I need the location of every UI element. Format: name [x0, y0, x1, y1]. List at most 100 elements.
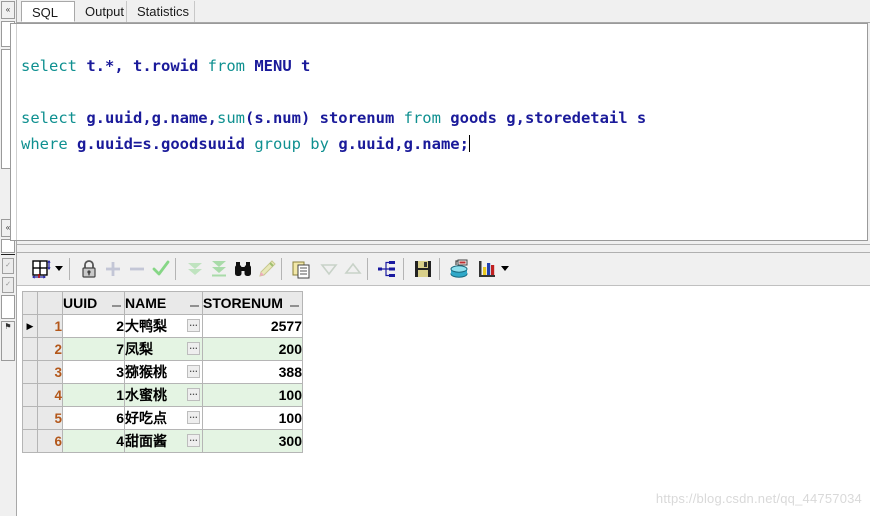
code-token: MENU t: [254, 57, 311, 75]
code-token: from: [403, 109, 451, 127]
row-number: 3: [37, 360, 63, 384]
cell-name[interactable]: 好吃点 …: [124, 406, 203, 430]
delete-record-icon: [125, 257, 149, 281]
code-token: group by: [254, 135, 339, 153]
query-plan-icon[interactable]: [375, 257, 399, 281]
copy-to-clipboard-icon[interactable]: [289, 257, 313, 281]
toolbar-separator: [403, 258, 404, 280]
toolbar-separator: [439, 258, 440, 280]
cell-name-text: 凤梨: [125, 341, 153, 357]
cell-storenum[interactable]: 388: [202, 360, 303, 384]
current-row-indicator-icon: [22, 383, 38, 407]
cell-uuid[interactable]: 6: [62, 406, 125, 430]
column-header-name[interactable]: NAME: [124, 291, 203, 315]
cell-storenum[interactable]: 300: [202, 429, 303, 453]
cell-name-text: 好吃点: [125, 410, 167, 426]
save-icon[interactable]: [411, 257, 435, 281]
cell-storenum[interactable]: 200: [202, 337, 303, 361]
code-token: t.*, t.rowid: [86, 57, 208, 75]
cell-editor-button[interactable]: …: [187, 365, 200, 378]
code-token: g.uuid,g.name;: [338, 135, 469, 153]
tab-bar: SQL Output Statistics: [17, 0, 870, 23]
highlight-icon: [255, 257, 279, 281]
current-row-indicator-icon: ▶: [22, 314, 38, 338]
table-row[interactable]: ▶ 1 2 大鸭梨 … 2577: [22, 314, 303, 338]
code-line-3: select g.uuid,g.name,sum(s.num) storenum…: [21, 109, 646, 127]
code-token: where: [21, 135, 77, 153]
post-changes-icon[interactable]: [149, 257, 173, 281]
cell-name[interactable]: 凤梨 …: [124, 337, 203, 361]
dock-collapse-top-button[interactable]: «: [1, 1, 15, 19]
cell-name[interactable]: 大鸭梨 …: [124, 314, 203, 338]
toolbar-separator: [367, 258, 368, 280]
row-number-header: [37, 291, 63, 315]
column-header-label: STORENUM: [203, 295, 283, 311]
dock-white-field-mid[interactable]: [1, 239, 15, 253]
lock-icon[interactable]: [77, 257, 101, 281]
sql-editor[interactable]: select t.*, t.rowid from MENU t select g…: [10, 23, 868, 241]
toolbar-separator: [69, 258, 70, 280]
cell-editor-button[interactable]: …: [187, 319, 200, 332]
dock-divider: [1, 254, 15, 255]
column-resize-grip-icon[interactable]: [112, 305, 121, 307]
chart-dropdown-caret[interactable]: [501, 266, 509, 271]
tab-statistics[interactable]: Statistics: [127, 1, 195, 22]
fetch-next-page-icon: [183, 257, 207, 281]
grid-layout-dropdown-caret[interactable]: [55, 266, 63, 271]
column-header-storenum[interactable]: STORENUM: [202, 291, 303, 315]
cell-uuid[interactable]: 4: [62, 429, 125, 453]
dock-white-field-bottom[interactable]: [1, 295, 15, 319]
row-number: 1: [37, 314, 63, 338]
cell-editor-button[interactable]: …: [187, 411, 200, 424]
cell-storenum[interactable]: 100: [202, 383, 303, 407]
cell-name-text: 水蜜桃: [125, 387, 167, 403]
dock-tool-a-button[interactable]: ✓: [2, 258, 14, 274]
cell-uuid[interactable]: 3: [62, 360, 125, 384]
tab-sql[interactable]: SQL: [21, 1, 75, 22]
cell-name[interactable]: 甜面酱 …: [124, 429, 203, 453]
tab-output[interactable]: Output: [75, 1, 127, 22]
table-row[interactable]: 5 6 好吃点 … 100: [22, 406, 303, 430]
toolbar-separator: [281, 258, 282, 280]
dock-flag-icon[interactable]: ⚑: [1, 321, 15, 361]
cell-editor-button[interactable]: …: [187, 388, 200, 401]
table-row[interactable]: 2 7 凤梨 … 200: [22, 337, 303, 361]
cell-storenum[interactable]: 2577: [202, 314, 303, 338]
table-row[interactable]: 3 3 猕猴桃 … 388: [22, 360, 303, 384]
cell-name-text: 大鸭梨: [125, 318, 167, 334]
table-row[interactable]: 4 1 水蜜桃 … 100: [22, 383, 303, 407]
code-token: sum: [216, 109, 245, 127]
add-record-icon: [101, 257, 125, 281]
sql-code-text[interactable]: select t.*, t.rowid from MENU t select g…: [21, 27, 865, 183]
cell-name[interactable]: 水蜜桃 …: [124, 383, 203, 407]
column-resize-grip-icon[interactable]: [290, 305, 299, 307]
export-data-icon[interactable]: [447, 257, 471, 281]
grid-layout-icon[interactable]: [29, 257, 53, 281]
cell-name[interactable]: 猕猴桃 …: [124, 360, 203, 384]
column-header-label: NAME: [125, 295, 167, 311]
cell-uuid[interactable]: 7: [62, 337, 125, 361]
editor-gutter: [11, 24, 17, 240]
chart-icon[interactable]: [475, 257, 499, 281]
column-header-uuid[interactable]: UUID: [62, 291, 125, 315]
cell-uuid[interactable]: 1: [62, 383, 125, 407]
code-token: select: [21, 109, 87, 127]
row-number: 5: [37, 406, 63, 430]
fetch-last-page-icon[interactable]: [207, 257, 231, 281]
dock-tool-b-button[interactable]: ✓: [2, 277, 14, 293]
column-resize-grip-icon[interactable]: [190, 305, 199, 307]
row-number: 4: [37, 383, 63, 407]
cell-editor-button[interactable]: …: [187, 342, 200, 355]
cell-editor-button[interactable]: …: [187, 434, 200, 447]
cell-name-text: 猕猴桃: [125, 364, 167, 380]
code-token: select: [21, 57, 87, 75]
grid-corner-cell[interactable]: [22, 291, 38, 315]
cell-storenum[interactable]: 100: [202, 406, 303, 430]
results-grid-area: UUID NAME STORENUM ▶ 1 2 大鸭梨 … 2577 2 7 …: [17, 285, 870, 516]
text-caret: [468, 135, 470, 152]
toolbar-separator: [175, 258, 176, 280]
cell-uuid[interactable]: 2: [62, 314, 125, 338]
splitter-handle[interactable]: [17, 244, 870, 253]
find-icon[interactable]: [231, 257, 255, 281]
table-row[interactable]: 6 4 甜面酱 … 300: [22, 429, 303, 453]
